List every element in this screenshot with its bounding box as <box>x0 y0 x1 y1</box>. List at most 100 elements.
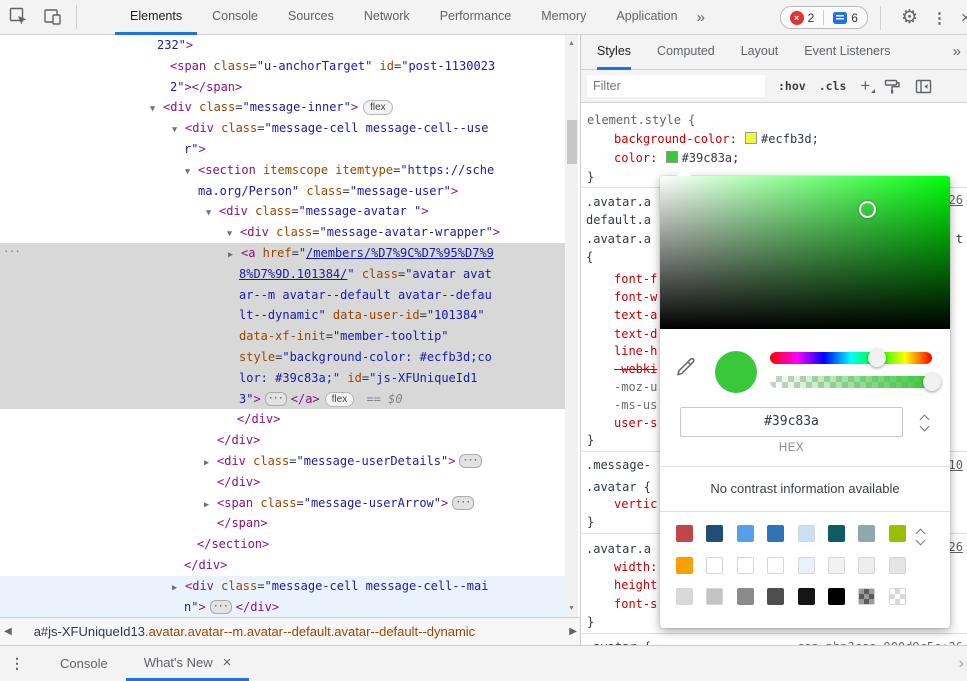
kebab-menu-icon[interactable]: ⋮ <box>932 9 947 27</box>
palette-swatch[interactable] <box>737 557 754 574</box>
sidebar-tab-computed[interactable]: Computed <box>657 35 715 70</box>
palette-swatch[interactable] <box>858 525 875 542</box>
palette-swatch[interactable] <box>828 588 845 605</box>
tab-performance[interactable]: Performance <box>425 0 527 35</box>
dom-tree-row[interactable]: style="background-color: #ecfb3d;co <box>0 347 565 368</box>
palette-swatch[interactable] <box>767 525 784 542</box>
hue-slider[interactable] <box>770 352 932 364</box>
palette-swatch[interactable] <box>706 525 723 542</box>
dom-tree-row[interactable]: <span class="u-anchorTarget" id="post-11… <box>0 56 565 77</box>
ellipsis-button[interactable]: ··· <box>265 392 287 406</box>
palette-swatch[interactable] <box>798 588 815 605</box>
scrollbar-thumb[interactable] <box>567 120 577 164</box>
source-line-link[interactable]: 10 <box>949 458 963 473</box>
palette-swatch[interactable] <box>676 588 693 605</box>
hex-input[interactable]: #39c83a <box>680 407 903 437</box>
palette-swatch[interactable] <box>676 557 693 574</box>
palette-swatch[interactable] <box>798 525 815 542</box>
dom-tree-row[interactable]: ▶<a href="/members/%D7%9C%D7%95%D7%9 <box>0 243 565 264</box>
drawer-kebab-icon[interactable]: ⋮ <box>10 655 24 672</box>
palette-swatch[interactable] <box>889 557 906 574</box>
palette-swatch[interactable] <box>858 557 875 574</box>
expand-arrow-icon[interactable]: ▶ <box>228 245 241 266</box>
paint-roller-icon[interactable] <box>884 78 901 95</box>
more-sidebar-tabs-icon[interactable]: » <box>953 43 959 60</box>
scroll-down-icon[interactable]: ▼ <box>565 605 578 612</box>
expand-arrow-icon[interactable]: ▼ <box>185 162 198 183</box>
sidebar-tab-event-listeners[interactable]: Event Listeners <box>804 35 890 70</box>
saturation-value-area[interactable] <box>660 176 950 329</box>
dom-tree-row[interactable]: ▼<section itemscope itemtype="https://sc… <box>0 160 565 181</box>
dom-tree-row[interactable]: lor: #39c83a;" id="js-XFUniqueId1 <box>0 368 565 389</box>
palette-swatch[interactable] <box>767 557 784 574</box>
tab-memory[interactable]: Memory <box>526 0 601 35</box>
attribute-link[interactable]: 8%D7%9D.101384/ <box>239 267 347 281</box>
drawer-tab-what-s-new[interactable]: What's New× <box>126 646 250 681</box>
close-icon[interactable]: × <box>959 8 967 28</box>
expand-arrow-icon[interactable]: ▶ <box>204 453 217 474</box>
breadcrumb-left-icon[interactable]: ◀ <box>4 626 12 637</box>
palette-swatch[interactable] <box>858 588 875 605</box>
palette-swatch[interactable] <box>737 588 754 605</box>
dom-tree-row[interactable]: </div> <box>0 430 565 451</box>
dom-tree-row[interactable]: data-xf-init="member-tooltip" <box>0 326 565 347</box>
dom-tree-row[interactable]: ▼<div class="message-avatar "> <box>0 201 565 222</box>
tab-console[interactable]: Console <box>197 0 273 35</box>
dom-tree-row[interactable]: ▼<div class="message-avatar-wrapper"> <box>0 222 565 243</box>
source-line-link[interactable]: 26 <box>949 540 963 555</box>
hue-slider-thumb[interactable] <box>868 349 886 367</box>
drawer-tab-console[interactable]: Console <box>42 646 126 681</box>
filter-input[interactable]: Filter <box>587 75 765 97</box>
more-panels-icon[interactable]: » <box>697 9 703 26</box>
css-property-value[interactable]: #ecfb3d; <box>761 132 819 146</box>
dom-tree-row[interactable]: ▼<div class="message-inner">flex <box>0 97 565 118</box>
dom-tree-row[interactable]: lt--dynamic" data-user-id="101384" <box>0 305 565 326</box>
css-property-value[interactable]: #39c83a; <box>682 151 740 165</box>
source-line-link[interactable]: 26 <box>949 193 963 208</box>
eyedropper-icon[interactable] <box>674 354 698 378</box>
ellipsis-button[interactable]: ··· <box>459 454 481 468</box>
tab-network[interactable]: Network <box>349 0 425 35</box>
tab-sources[interactable]: Sources <box>273 0 349 35</box>
expand-arrow-icon[interactable]: ▼ <box>206 203 219 224</box>
dom-tree-row[interactable]: </span> <box>0 513 565 534</box>
color-swatch[interactable] <box>666 151 678 163</box>
dom-tree-row[interactable]: ▼<div class="message-cell message-cell--… <box>0 118 565 139</box>
selected-row-gutter-dots-icon[interactable]: ··· <box>3 245 20 258</box>
tab-elements[interactable]: Elements <box>115 0 197 35</box>
palette-swatch[interactable] <box>706 588 723 605</box>
palette-swatch[interactable] <box>706 557 723 574</box>
palette-switcher-icon[interactable] <box>914 528 928 550</box>
dom-tree-row[interactable]: n">···</div> <box>0 597 565 617</box>
dom-tree-row[interactable]: </section> <box>0 534 565 555</box>
expand-arrow-icon[interactable]: ▶ <box>204 495 217 516</box>
device-toolbar-icon[interactable] <box>42 6 64 28</box>
alpha-slider[interactable] <box>770 376 932 388</box>
color-position-marker[interactable] <box>859 201 876 218</box>
expand-arrow-icon[interactable]: ▼ <box>150 99 163 120</box>
dom-tree-row[interactable]: r"> <box>0 139 565 160</box>
dom-tree-row[interactable]: ▶<div class="message-userDetails">··· <box>0 451 565 472</box>
settings-gear-icon[interactable]: ⚙ <box>901 6 918 29</box>
alpha-slider-thumb[interactable] <box>923 373 941 391</box>
palette-swatch[interactable] <box>737 525 754 542</box>
css-property-name[interactable]: color <box>614 151 650 165</box>
dom-tree-row[interactable]: </div> <box>0 472 565 493</box>
dom-tree-row[interactable]: 2"></span> <box>0 77 565 98</box>
drawer-overflow-icon[interactable]: › <box>959 655 964 673</box>
inspect-element-icon[interactable] <box>8 6 30 28</box>
dom-tree-row[interactable]: </div> <box>0 409 565 430</box>
issues-badge[interactable]: × 2 6 <box>780 6 868 29</box>
palette-swatch[interactable] <box>889 525 906 542</box>
breadcrumb-right-icon[interactable]: ▶ <box>569 626 577 637</box>
breadcrumb[interactable]: a#js-XFUniqueId13.avatar.avatar--m.avata… <box>34 624 475 639</box>
dom-tree-row[interactable]: </div> <box>0 555 565 576</box>
hov-toggle[interactable]: :hov <box>778 79 806 93</box>
toggle-sidebar-icon[interactable] <box>915 78 932 95</box>
dom-tree-row[interactable]: ▶<div class="message-cell message-cell--… <box>0 576 565 597</box>
ellipsis-button[interactable]: ··· <box>452 496 474 510</box>
palette-swatch[interactable] <box>828 525 845 542</box>
dom-tree-row[interactable]: ar--m avatar--default avatar--defau <box>0 285 565 306</box>
cls-toggle[interactable]: .cls <box>819 79 847 93</box>
attribute-link[interactable]: /members/%D7%9C%D7%95%D7%9 <box>306 246 494 260</box>
